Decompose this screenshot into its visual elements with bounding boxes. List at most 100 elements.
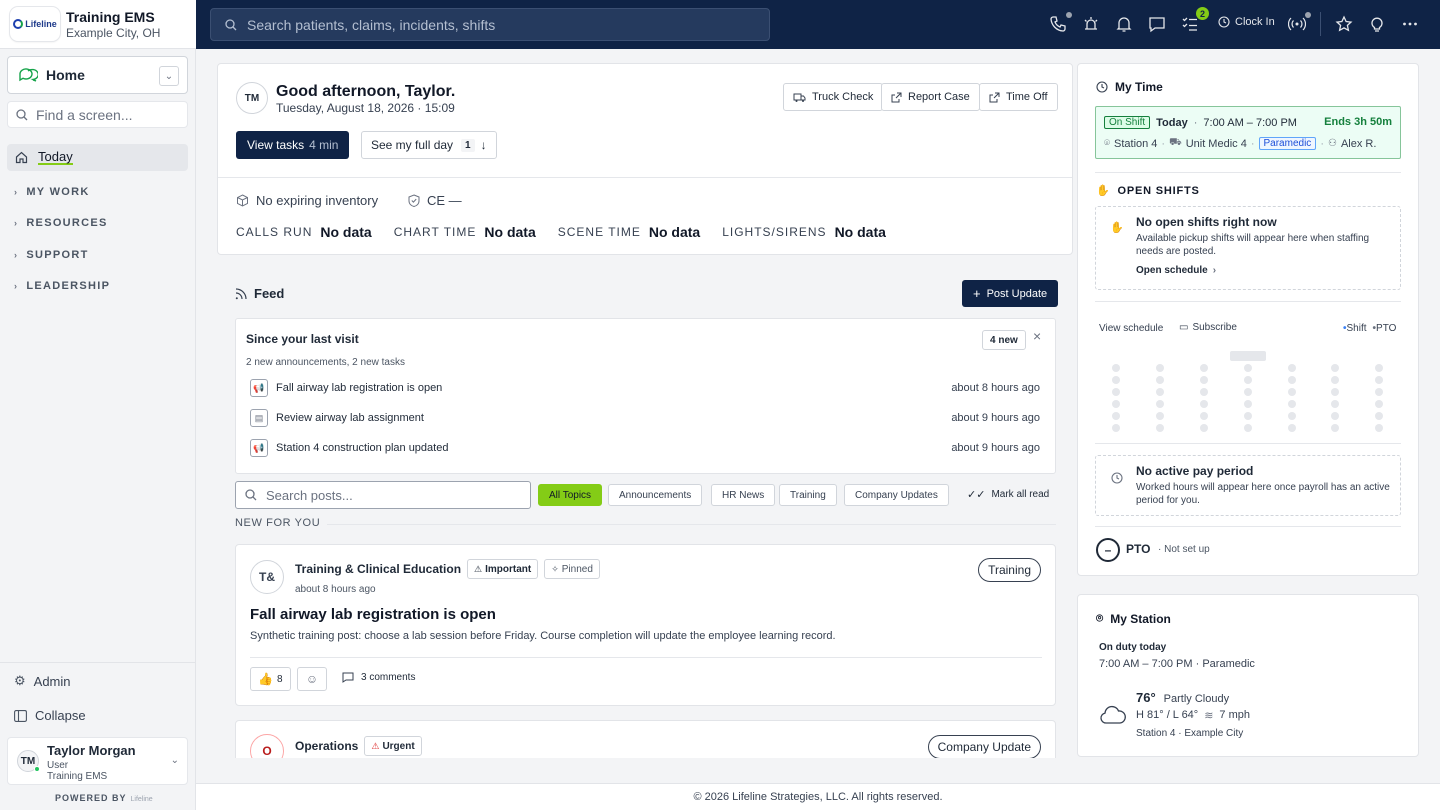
message-icon[interactable] — [1147, 14, 1167, 34]
home-selector[interactable]: Home ⌄ — [7, 56, 188, 94]
global-search-input[interactable]: Search patients, claims, incidents, shif… — [210, 8, 770, 41]
plus-icon: + — [973, 286, 981, 301]
since-summary: 2 new announcements, 2 new tasks — [246, 357, 405, 368]
task-list-icon[interactable]: 2 — [1180, 7, 1209, 34]
clock-icon — [1111, 472, 1123, 484]
my-time-title: My Time — [1096, 80, 1163, 94]
chevron-down-icon[interactable]: ⌄ — [159, 66, 179, 86]
calendar-day-column — [1288, 364, 1296, 432]
calendar-day-column — [1112, 364, 1120, 432]
nav-section-leadership[interactable]: › LEADERSHIP — [14, 280, 110, 292]
top-bar: Search patients, claims, incidents, shif… — [196, 0, 1440, 49]
calendar-legend: •Shift •PTO — [1343, 323, 1397, 334]
collapse-button[interactable]: Collapse — [14, 708, 86, 723]
open-schedule-link[interactable]: Open schedule › — [1136, 265, 1216, 276]
my-station-title: ⌾ My Station — [1096, 611, 1171, 626]
nav-item-today[interactable]: Today — [7, 144, 188, 171]
metric-value: No data — [320, 224, 372, 240]
metric-value: No data — [484, 224, 536, 240]
current-shift-panel[interactable]: On Shift Today · 7:00 AM – 7:00 PM Ends 3… — [1095, 106, 1401, 159]
org-header[interactable]: Lifeline Training EMS Example City, OH — [0, 0, 196, 49]
view-tasks-time: 4 min — [309, 138, 339, 152]
post-header: Operations ⚠ Urgent — [295, 736, 422, 756]
post-time: about 8 hours ago — [295, 584, 376, 595]
lightbulb-icon[interactable] — [1367, 14, 1387, 34]
pin-icon: ✧ — [551, 563, 559, 574]
weather-details: H 81° / L 64° ≋ 7 mph — [1136, 709, 1250, 722]
category-badge[interactable]: Training — [978, 558, 1041, 582]
topic-chip-hr-news[interactable]: HR News — [711, 484, 776, 506]
post-card[interactable]: O Operations ⚠ Urgent Company Update — [235, 720, 1056, 758]
search-posts-input[interactable]: Search posts... — [235, 481, 531, 509]
topic-chip-announcements[interactable]: Announcements — [608, 484, 703, 506]
more-icon[interactable] — [1400, 14, 1420, 34]
metric-label: LIGHTS/SIRENS — [722, 225, 827, 239]
on-duty-label: On duty today — [1099, 642, 1167, 653]
comment-icon — [342, 672, 354, 683]
topic-chip-company-updates[interactable]: Company Updates — [844, 484, 949, 506]
star-icon[interactable] — [1334, 14, 1354, 34]
siren-icon[interactable] — [1081, 14, 1101, 34]
list-item[interactable]: 📢 Station 4 construction plan updated ab… — [250, 437, 1040, 459]
view-tasks-button[interactable]: View tasks 4 min — [236, 131, 350, 159]
clipboard-icon: ▤ — [250, 409, 268, 427]
find-screen-input[interactable]: Find a screen... — [7, 101, 188, 128]
calendar-day-column — [1244, 364, 1252, 432]
map-pin-icon: ⌾ — [1096, 611, 1104, 625]
phone-icon[interactable] — [1048, 12, 1072, 34]
topic-chip-training[interactable]: Training — [779, 484, 837, 506]
view-schedule-link[interactable]: View schedule — [1099, 323, 1163, 334]
close-icon[interactable]: × — [1033, 328, 1041, 344]
nav-section-my-work[interactable]: › MY WORK — [14, 186, 90, 198]
truck-check-button[interactable]: Truck Check — [783, 83, 884, 111]
external-link-icon — [989, 92, 1000, 102]
nav-section-resources[interactable]: › RESOURCES — [14, 217, 108, 229]
user-name: Taylor Morgan — [47, 743, 136, 758]
chevron-right-icon: › — [1212, 265, 1217, 276]
chevron-right-icon: › — [14, 281, 19, 291]
radio-broadcast-icon[interactable] — [1287, 12, 1311, 34]
sidebar-divider — [0, 662, 196, 663]
post-card[interactable]: T& Training & Clinical Education ⚠ Import… — [235, 544, 1056, 706]
no-open-shifts-panel: ✋ No open shifts right now Available pic… — [1095, 206, 1401, 290]
new-for-you-label: NEW FOR YOU — [235, 517, 321, 529]
time-off-button[interactable]: Time Off — [979, 83, 1058, 111]
add-reaction-icon[interactable]: ☺ — [297, 667, 327, 691]
metric-label: SCENE TIME — [557, 225, 641, 239]
subscribe-link[interactable]: ▭ Subscribe — [1179, 322, 1237, 333]
calendar-today-marker — [1230, 351, 1266, 361]
user-menu[interactable]: TM Taylor Morgan User Training EMS ⌄ — [7, 737, 188, 785]
metric-value: No data — [648, 224, 701, 240]
shift-ends: Ends 3h 50m — [1324, 116, 1392, 128]
temperature: 76° — [1136, 690, 1156, 705]
shift-line: On Shift Today · 7:00 AM – 7:00 PM — [1104, 116, 1297, 129]
bell-icon[interactable] — [1114, 14, 1134, 34]
list-item[interactable]: 📢 Fall airway lab registration is open a… — [250, 377, 1040, 399]
gear-icon: ⚙ — [14, 673, 26, 688]
avatar: TM — [17, 750, 40, 772]
category-badge[interactable]: Company Update — [927, 735, 1041, 758]
like-button[interactable]: 👍 8 — [250, 667, 291, 691]
calendar-day-column — [1331, 364, 1339, 432]
footer: © 2026 Lifeline Strategies, LLC. All rig… — [196, 783, 1440, 810]
list-item[interactable]: ▤ Review airway lab assignment about 9 h… — [250, 407, 1040, 429]
see-full-day-button[interactable]: See my full day 1 ↓ — [361, 131, 497, 159]
chat-users-icon — [19, 68, 38, 82]
nav-section-support[interactable]: › SUPPORT — [14, 249, 89, 261]
comments-button[interactable]: 3 comments — [342, 672, 415, 683]
report-case-button[interactable]: Report Case — [881, 83, 980, 111]
admin-link[interactable]: ⚙ Admin — [14, 673, 71, 689]
home-icon — [15, 151, 28, 164]
my-time-card: My Time On Shift Today · 7:00 AM – 7:00 P… — [1077, 63, 1419, 576]
double-check-icon: ✓✓ — [967, 489, 986, 501]
mark-all-read-button[interactable]: ✓✓ Mark all read — [967, 488, 1049, 501]
pto-status: · Not set up — [1158, 544, 1210, 555]
post-title[interactable]: Fall airway lab registration is open — [250, 606, 496, 623]
divider — [1095, 443, 1401, 444]
topbar-divider — [1320, 12, 1321, 36]
clock-in-button[interactable]: Clock In — [1218, 16, 1275, 28]
topic-chip-all[interactable]: All Topics — [538, 484, 603, 506]
no-pay-period-panel: No active pay period Worked hours will a… — [1095, 455, 1401, 516]
post-update-button[interactable]: + Post Update — [962, 280, 1059, 307]
calendar-day-column — [1375, 364, 1383, 432]
